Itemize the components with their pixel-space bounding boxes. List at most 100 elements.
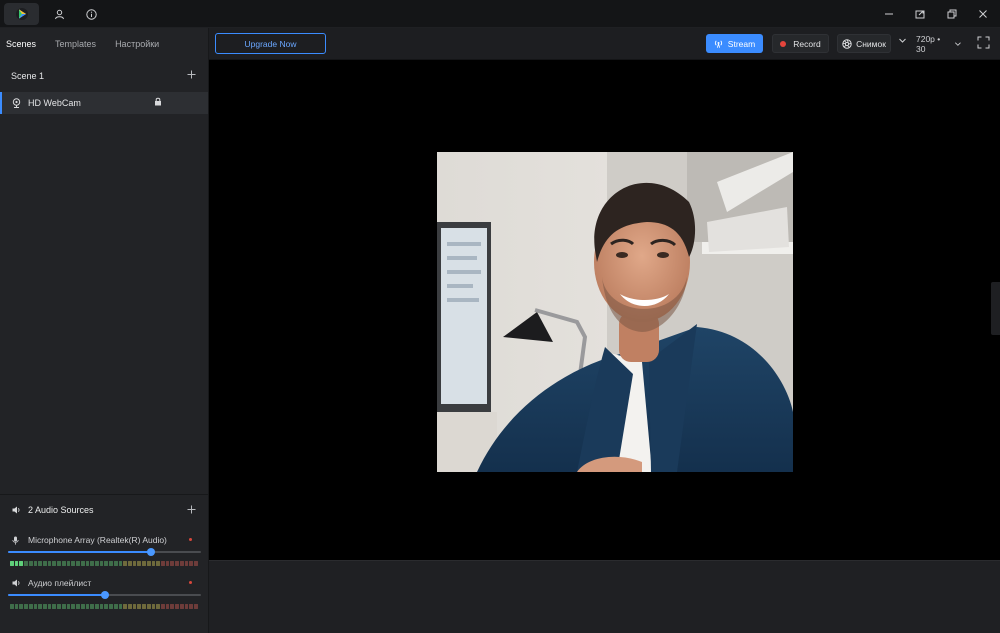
status-dot bbox=[189, 538, 192, 541]
app-logo-button[interactable] bbox=[4, 3, 39, 25]
meter-segment bbox=[165, 561, 170, 566]
snapshot-label: Снимок bbox=[856, 38, 886, 49]
meter-segment bbox=[71, 561, 76, 566]
meter-segment bbox=[33, 561, 38, 566]
scene-title[interactable]: Scene 1 bbox=[11, 71, 44, 81]
meter-segment bbox=[132, 561, 137, 566]
meter-segment bbox=[179, 604, 184, 609]
meter-segment bbox=[99, 604, 104, 609]
meter-segment bbox=[189, 561, 194, 566]
source-item-hd-webcam[interactable]: HD WebCam bbox=[0, 92, 208, 114]
meter-segment bbox=[38, 604, 43, 609]
meter-segment bbox=[146, 561, 151, 566]
snapshot-dropdown[interactable] bbox=[898, 36, 907, 47]
meter-segment bbox=[184, 604, 189, 609]
meter-segment bbox=[66, 561, 71, 566]
webcam-image bbox=[437, 152, 793, 472]
side-panel-handle[interactable] bbox=[991, 282, 1000, 335]
meter-segment bbox=[28, 561, 33, 566]
preview-canvas[interactable] bbox=[209, 60, 1000, 560]
meter-segment bbox=[47, 604, 52, 609]
meter-segment bbox=[99, 561, 104, 566]
meter-segment bbox=[19, 561, 24, 566]
add-source-button[interactable] bbox=[187, 69, 196, 81]
broadcast-icon bbox=[714, 40, 722, 48]
meter-segment bbox=[127, 561, 132, 566]
track-label: Microphone Array (Realtek(R) Audio) bbox=[28, 535, 167, 545]
meter-segment bbox=[151, 604, 156, 609]
volume-knob[interactable] bbox=[100, 591, 109, 599]
fullscreen-button[interactable] bbox=[977, 36, 990, 51]
meter-segment bbox=[80, 561, 85, 566]
source-label: HD WebCam bbox=[28, 98, 81, 108]
meter-segment bbox=[151, 561, 156, 566]
meter-segment bbox=[184, 561, 189, 566]
user-icon bbox=[54, 9, 64, 19]
record-button[interactable]: Record bbox=[772, 34, 829, 53]
meter-segment bbox=[47, 561, 52, 566]
meter-segment bbox=[113, 604, 118, 609]
tab-scenes[interactable]: Scenes bbox=[6, 39, 36, 49]
meter-segment bbox=[90, 561, 94, 566]
volume-slider[interactable] bbox=[8, 591, 201, 599]
account-button[interactable] bbox=[48, 3, 70, 25]
tab-templates[interactable]: Templates bbox=[55, 39, 96, 49]
meter-segment bbox=[194, 604, 198, 609]
left-panel: Scenes Templates Настройки Scene 1 HD We… bbox=[0, 28, 209, 633]
track-name: Microphone Array (Realtek(R) Audio) bbox=[12, 535, 167, 545]
meter-segment bbox=[113, 561, 118, 566]
meter-segment bbox=[161, 604, 165, 609]
stream-button[interactable]: Stream bbox=[706, 34, 763, 53]
meter-segment bbox=[66, 604, 71, 609]
audio-panel: 2 Audio Sources Microphone Array (Realte… bbox=[0, 494, 208, 633]
aperture-icon bbox=[842, 38, 852, 49]
restore-icon bbox=[947, 9, 957, 19]
minimize-button[interactable] bbox=[878, 3, 900, 25]
meter-segment bbox=[109, 561, 113, 566]
info-button[interactable] bbox=[80, 3, 102, 25]
title-bar bbox=[0, 0, 1000, 28]
close-button[interactable] bbox=[972, 3, 994, 25]
meter-segment bbox=[165, 604, 170, 609]
pip-button[interactable] bbox=[909, 3, 931, 25]
upgrade-button[interactable]: Upgrade Now bbox=[215, 33, 326, 54]
meter-segment bbox=[71, 604, 76, 609]
meter-segment bbox=[52, 604, 57, 609]
meter-segment bbox=[10, 561, 14, 566]
top-toolbar: Upgrade Now Stream Record Снимок 720p • … bbox=[209, 28, 1000, 60]
snapshot-button[interactable]: Снимок bbox=[837, 34, 891, 53]
meter-segment bbox=[146, 604, 151, 609]
meter-segment bbox=[85, 561, 90, 566]
bottom-panel bbox=[209, 560, 1000, 633]
minimize-icon bbox=[885, 13, 893, 15]
meter-segment bbox=[142, 561, 146, 566]
meter-segment bbox=[80, 604, 85, 609]
meter-segment bbox=[104, 604, 109, 609]
quality-label: 720p • 30 bbox=[916, 33, 941, 54]
volume-fill bbox=[8, 551, 151, 553]
meter-segment bbox=[189, 604, 194, 609]
lock-toggle[interactable] bbox=[154, 97, 162, 108]
track-name: Аудио плейлист bbox=[12, 578, 91, 588]
meter-segment bbox=[10, 604, 14, 609]
meter-segment bbox=[52, 561, 57, 566]
meter-segment bbox=[127, 604, 132, 609]
add-audio-button[interactable] bbox=[187, 504, 196, 516]
meter-segment bbox=[123, 561, 127, 566]
webcam-feed[interactable] bbox=[437, 152, 793, 472]
quality-select[interactable]: 720p • 30 bbox=[916, 33, 962, 54]
volume-knob[interactable] bbox=[146, 548, 155, 556]
meter-segment bbox=[76, 561, 80, 566]
pip-icon bbox=[915, 10, 925, 19]
meter-segment bbox=[156, 561, 160, 566]
record-dot-icon bbox=[780, 40, 787, 47]
left-tabs: Scenes Templates Настройки bbox=[0, 28, 208, 60]
meter-segment bbox=[14, 604, 19, 609]
meter-segment bbox=[76, 604, 80, 609]
status-dot bbox=[189, 581, 192, 584]
fullscreen-icon bbox=[977, 36, 990, 49]
tab-settings[interactable]: Настройки bbox=[115, 39, 159, 49]
volume-slider[interactable] bbox=[8, 548, 201, 556]
meter-segment bbox=[14, 561, 19, 566]
restore-button[interactable] bbox=[941, 3, 963, 25]
